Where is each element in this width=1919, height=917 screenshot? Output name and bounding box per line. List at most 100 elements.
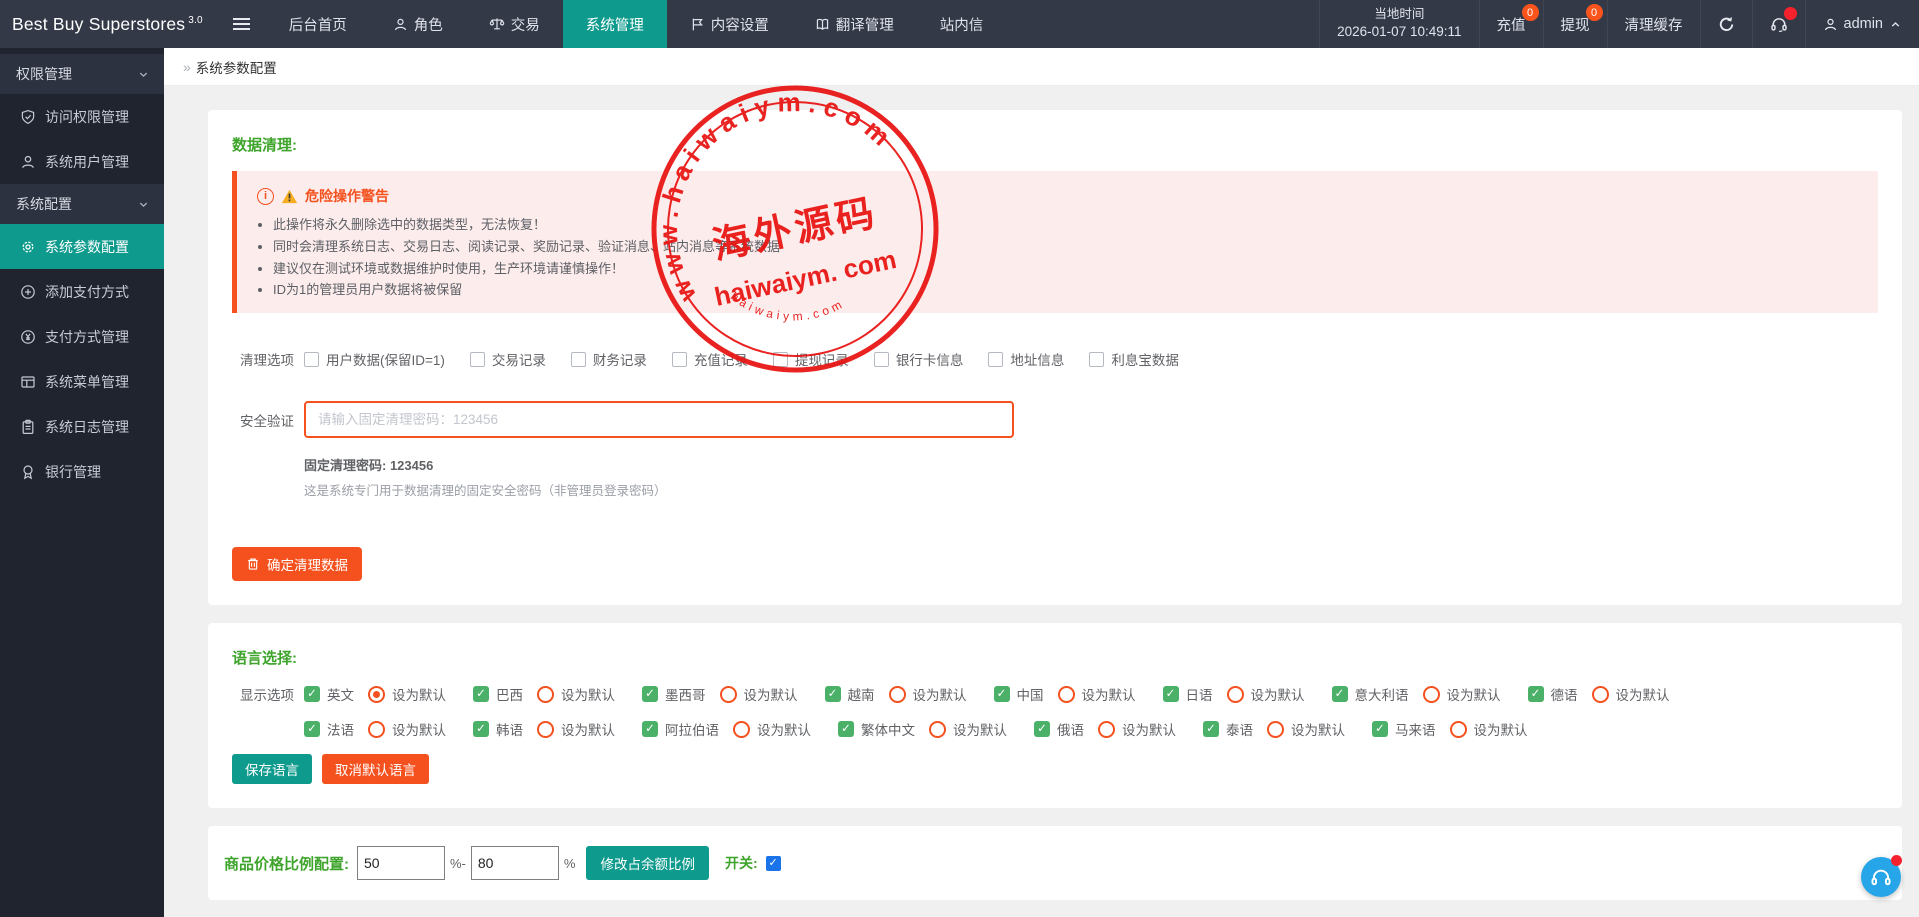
language-option[interactable]: 英文设为默认	[304, 684, 446, 704]
switch-checkbox[interactable]	[766, 856, 781, 871]
set-default-radio[interactable]	[720, 686, 737, 703]
checkbox-checked-icon[interactable]	[642, 686, 658, 702]
sidebar-item-system-users[interactable]: 系统用户管理	[0, 139, 164, 184]
nav-item-roles[interactable]: 角色	[370, 0, 466, 48]
checkbox-checked-icon[interactable]	[642, 721, 658, 737]
cleanup-option-user-data[interactable]: 用户数据(保留ID=1)	[304, 349, 445, 369]
cleanup-option-withdraw-records[interactable]: 提现记录	[773, 349, 849, 369]
sidebar-item-log-management[interactable]: 系统日志管理	[0, 404, 164, 449]
sidebar-group-permissions[interactable]: 权限管理	[0, 54, 164, 94]
checkbox-checked-icon[interactable]	[825, 686, 841, 702]
price-max-input[interactable]	[471, 846, 559, 880]
set-default-radio[interactable]	[1098, 721, 1115, 738]
checkbox-checked-icon[interactable]	[1163, 686, 1179, 702]
checkbox-checked-icon[interactable]	[838, 721, 854, 737]
language-option[interactable]: 韩语设为默认	[473, 719, 615, 739]
nav-item-dashboard[interactable]: 后台首页	[266, 0, 370, 48]
set-default-radio[interactable]	[1227, 686, 1244, 703]
sidebar-item-access-permission[interactable]: 访问权限管理	[0, 94, 164, 139]
save-language-button[interactable]: 保存语言	[232, 754, 312, 784]
language-option[interactable]: 日语设为默认	[1163, 684, 1305, 704]
refresh-button[interactable]	[1700, 0, 1752, 48]
nav-item-site-messages[interactable]: 站内信	[917, 0, 1007, 48]
language-option[interactable]: 越南设为默认	[825, 684, 967, 704]
checkbox-icon[interactable]	[672, 352, 687, 367]
app-logo[interactable]: Best Buy Superstores 3.0	[0, 0, 217, 48]
nav-menu: 后台首页 角色 交易 系统管理 内容设置 翻译管理 站内信	[266, 0, 1007, 48]
set-default-radio[interactable]	[1058, 686, 1075, 703]
checkbox-checked-icon[interactable]	[304, 686, 320, 702]
set-default-radio[interactable]	[368, 721, 385, 738]
language-buttons: 保存语言 取消默认语言	[232, 754, 1878, 784]
checkbox-icon[interactable]	[571, 352, 586, 367]
language-option[interactable]: 泰语设为默认	[1203, 719, 1345, 739]
nav-item-system-management[interactable]: 系统管理	[563, 0, 667, 48]
language-option[interactable]: 意大利语设为默认	[1332, 684, 1501, 704]
checkbox-checked-icon[interactable]	[304, 721, 320, 737]
checkbox-checked-icon[interactable]	[1332, 686, 1348, 702]
support-button[interactable]	[1752, 0, 1805, 48]
language-option[interactable]: 墨西哥设为默认	[642, 684, 798, 704]
cleanup-option-trade-records[interactable]: 交易记录	[470, 349, 546, 369]
checkbox-checked-icon[interactable]	[1528, 686, 1544, 702]
language-option[interactable]: 俄语设为默认	[1034, 719, 1176, 739]
confirm-cleanup-button[interactable]: 确定清理数据	[232, 547, 362, 581]
language-option[interactable]: 法语设为默认	[304, 719, 446, 739]
set-default-radio[interactable]	[537, 686, 554, 703]
set-default-radio[interactable]	[537, 721, 554, 738]
language-option[interactable]: 阿拉伯语设为默认	[642, 719, 811, 739]
sidebar-item-menu-management[interactable]: 系统菜单管理	[0, 359, 164, 404]
language-option[interactable]: 德语设为默认	[1528, 684, 1670, 704]
set-default-radio[interactable]	[1267, 721, 1284, 738]
nav-item-label: 站内信	[940, 14, 984, 35]
cleanup-option-bank-card-info[interactable]: 银行卡信息	[874, 349, 964, 369]
price-min-input[interactable]	[357, 846, 445, 880]
nav-item-content-settings[interactable]: 内容设置	[667, 0, 792, 48]
cleanup-option-interest-data[interactable]: 利息宝数据	[1089, 349, 1179, 369]
set-default-radio[interactable]	[368, 686, 385, 703]
sidebar-item-system-params[interactable]: 系统参数配置	[0, 224, 164, 269]
cleanup-option-recharge-records[interactable]: 充值记录	[672, 349, 748, 369]
language-option[interactable]: 巴西设为默认	[473, 684, 615, 704]
set-default-radio[interactable]	[1423, 686, 1440, 703]
modify-ratio-button[interactable]: 修改占余额比例	[586, 846, 709, 880]
checkbox-checked-icon[interactable]	[1034, 721, 1050, 737]
nav-item-translation[interactable]: 翻译管理	[792, 0, 917, 48]
recharge-button[interactable]: 充值 0	[1479, 0, 1543, 48]
language-option[interactable]: 马来语设为默认	[1372, 719, 1528, 739]
menu-toggle-icon[interactable]	[217, 0, 266, 48]
language-option[interactable]: 繁体中文设为默认	[838, 719, 1007, 739]
set-default-radio[interactable]	[889, 686, 906, 703]
sidebar-item-add-payment[interactable]: 添加支付方式	[0, 269, 164, 314]
sidebar-item-bank-management[interactable]: 银行管理	[0, 449, 164, 494]
checkbox-icon[interactable]	[304, 352, 319, 367]
checkbox-checked-icon[interactable]	[1203, 721, 1219, 737]
chevron-down-icon	[137, 198, 150, 211]
sidebar-item-payment-management[interactable]: 支付方式管理	[0, 314, 164, 359]
checkbox-icon[interactable]	[1089, 352, 1104, 367]
checkbox-checked-icon[interactable]	[1372, 721, 1388, 737]
set-default-radio[interactable]	[733, 721, 750, 738]
cleanup-option-finance-records[interactable]: 财务记录	[571, 349, 647, 369]
nav-item-label: 内容设置	[711, 14, 769, 35]
set-default-radio[interactable]	[1450, 721, 1467, 738]
floating-support-button[interactable]	[1861, 857, 1901, 897]
nav-item-trade[interactable]: 交易	[466, 0, 563, 48]
checkbox-checked-icon[interactable]	[473, 721, 489, 737]
checkbox-icon[interactable]	[988, 352, 1003, 367]
language-option[interactable]: 中国设为默认	[994, 684, 1136, 704]
checkbox-icon[interactable]	[874, 352, 889, 367]
user-menu[interactable]: admin	[1805, 0, 1919, 48]
cleanup-option-address-info[interactable]: 地址信息	[988, 349, 1064, 369]
security-password-input[interactable]	[304, 401, 1014, 438]
checkbox-checked-icon[interactable]	[473, 686, 489, 702]
checkbox-icon[interactable]	[773, 352, 788, 367]
set-default-radio[interactable]	[1592, 686, 1609, 703]
clear-cache-button[interactable]: 清理缓存	[1607, 0, 1700, 48]
set-default-radio[interactable]	[929, 721, 946, 738]
sidebar-group-system-config[interactable]: 系统配置	[0, 184, 164, 224]
checkbox-icon[interactable]	[470, 352, 485, 367]
withdraw-button[interactable]: 提现 0	[1543, 0, 1607, 48]
checkbox-checked-icon[interactable]	[994, 686, 1010, 702]
cancel-default-language-button[interactable]: 取消默认语言	[322, 754, 429, 784]
